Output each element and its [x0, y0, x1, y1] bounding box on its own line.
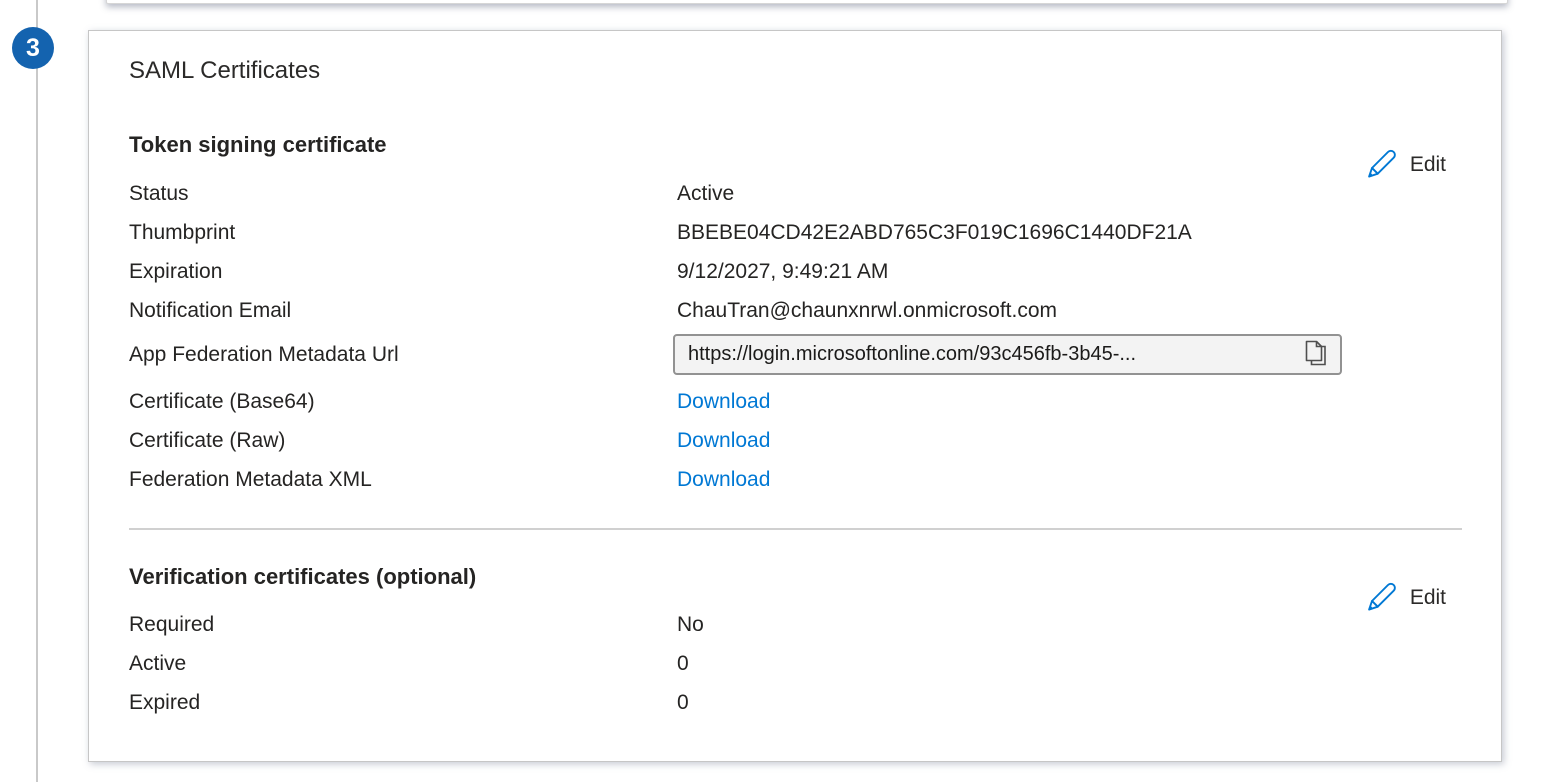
step-number-badge: 3: [12, 27, 54, 69]
token-signing-fields: Status Active Thumbprint BBEBE04CD42E2AB…: [129, 174, 1461, 330]
field-label: Active: [129, 652, 677, 676]
download-certificate-base64-link[interactable]: Download: [677, 390, 770, 414]
field-label: App Federation Metadata Url: [129, 343, 673, 367]
section-divider: [129, 528, 1462, 530]
download-federation-metadata-xml-link[interactable]: Download: [677, 468, 770, 492]
step-number: 3: [26, 34, 40, 63]
previous-step-card-edge: [106, 0, 1508, 4]
field-value: 0: [677, 691, 689, 715]
copy-icon: [1304, 339, 1328, 370]
field-value: ChauTran@chaunxnrwl.onmicrosoft.com: [677, 299, 1057, 323]
saml-certificates-card: SAML Certificates Token signing certific…: [88, 30, 1502, 762]
field-row-app-federation-metadata-url: App Federation Metadata Url https://logi…: [129, 334, 1342, 375]
token-signing-certificate-heading: Token signing certificate: [129, 132, 387, 158]
field-row-expiration: Expiration 9/12/2027, 9:49:21 AM: [129, 252, 1461, 291]
field-label: Thumbprint: [129, 221, 677, 245]
card-title: SAML Certificates: [129, 57, 320, 85]
field-row-notification-email: Notification Email ChauTran@chaunxnrwl.o…: [129, 291, 1461, 330]
field-value: 0: [677, 652, 689, 676]
field-label: Status: [129, 182, 677, 206]
field-label: Notification Email: [129, 299, 677, 323]
field-row-required: Required No: [129, 605, 1461, 644]
field-row-certificate-raw: Certificate (Raw) Download: [129, 421, 1461, 460]
stepper-connector-line: [36, 0, 38, 782]
field-row-federation-metadata-xml: Federation Metadata XML Download: [129, 460, 1461, 499]
field-value: No: [677, 613, 704, 637]
field-label: Expiration: [129, 260, 677, 284]
verification-fields: Required No Active 0 Expired 0: [129, 605, 1461, 722]
field-label: Certificate (Base64): [129, 390, 677, 414]
field-label: Certificate (Raw): [129, 429, 677, 453]
download-certificate-raw-link[interactable]: Download: [677, 429, 770, 453]
field-label: Expired: [129, 691, 677, 715]
copy-to-clipboard-button[interactable]: [1302, 340, 1330, 370]
field-value: Active: [677, 182, 734, 206]
saml-sso-step3-section: 3 SAML Certificates Token signing certif…: [0, 0, 1544, 782]
field-label: Required: [129, 613, 677, 637]
field-value: BBEBE04CD42E2ABD765C3F019C1696C1440DF21A: [677, 221, 1192, 245]
app-federation-metadata-url-value: https://login.microsoftonline.com/93c456…: [688, 343, 1302, 366]
field-label: Federation Metadata XML: [129, 468, 677, 492]
field-row-expired-count: Expired 0: [129, 683, 1461, 722]
field-row-certificate-base64: Certificate (Base64) Download: [129, 382, 1461, 421]
certificate-download-rows: Certificate (Base64) Download Certificat…: [129, 382, 1461, 499]
verification-certificates-heading: Verification certificates (optional): [129, 564, 476, 590]
app-federation-metadata-url-box[interactable]: https://login.microsoftonline.com/93c456…: [673, 334, 1342, 375]
field-row-thumbprint: Thumbprint BBEBE04CD42E2ABD765C3F019C169…: [129, 213, 1461, 252]
field-row-status: Status Active: [129, 174, 1461, 213]
field-value: 9/12/2027, 9:49:21 AM: [677, 260, 888, 284]
field-row-active-count: Active 0: [129, 644, 1461, 683]
